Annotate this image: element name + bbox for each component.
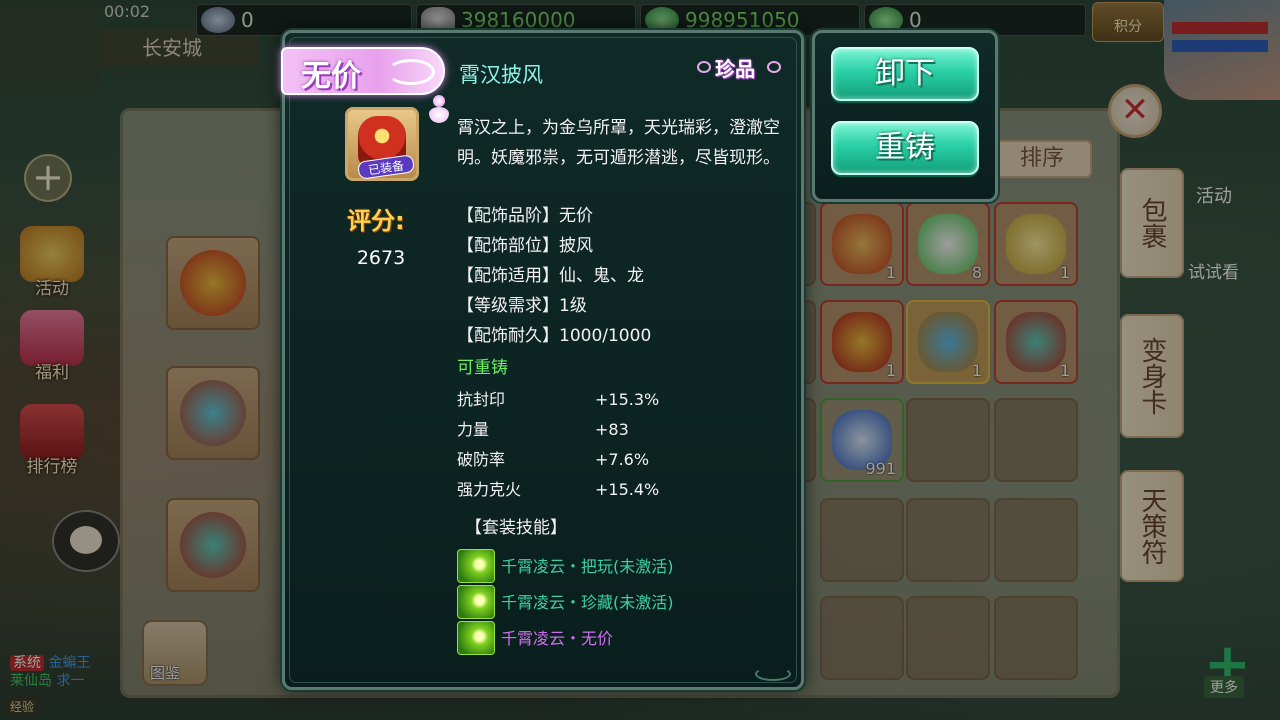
reforge-button[interactable]: 重铸 bbox=[831, 121, 979, 175]
attr-slot: 【配饰部位】披风 bbox=[457, 236, 593, 256]
set-skill-row: 千霄凌云・把玩(未激活) bbox=[457, 549, 797, 583]
stat-value: +83 bbox=[595, 420, 629, 439]
rank-text: 无价 bbox=[301, 59, 361, 94]
action-panel: 卸下 重铸 bbox=[812, 30, 998, 202]
set-skill-text: 千霄凌云・无价 bbox=[501, 629, 614, 648]
set-skill-text: 千霄凌云・把玩(未激活) bbox=[501, 557, 674, 576]
item-icon: 已装备 bbox=[345, 107, 419, 181]
curl-right-icon bbox=[767, 61, 781, 73]
attribute-list: 【配饰品阶】无价 【配饰部位】披风 【配饰适用】仙、鬼、龙 【等级需求】1级 【… bbox=[457, 201, 651, 351]
stat-row: 力量 +83 bbox=[457, 415, 777, 445]
score-label: 评分: bbox=[347, 207, 405, 235]
curl-left-icon bbox=[697, 61, 711, 73]
skill-leaf-icon bbox=[457, 549, 495, 583]
stat-row: 强力克火 +15.4% bbox=[457, 475, 777, 505]
attr-grade: 【配饰品阶】无价 bbox=[457, 206, 593, 226]
set-skill-text: 千霄凌云・珍藏(未激活) bbox=[501, 593, 674, 612]
stat-value: +15.3% bbox=[595, 390, 660, 409]
quality-text: 珍品 bbox=[715, 57, 755, 81]
reforgeable-text: 可重铸 bbox=[457, 358, 508, 378]
item-description: 霄汉之上，为金乌所罩，天光瑞彩，澄澈空明。妖魔邪祟，无可遁形潜逃，尽皆现形。 bbox=[457, 118, 780, 168]
stat-name: 破防率 bbox=[457, 450, 506, 469]
stat-value: +15.4% bbox=[595, 480, 660, 499]
attr-level: 【等级需求】1级 bbox=[457, 296, 587, 316]
set-skill-row: 千霄凌云・珍藏(未激活) bbox=[457, 585, 797, 619]
skill-leaf-icon bbox=[457, 621, 495, 655]
stat-row: 破防率 +7.6% bbox=[457, 445, 777, 475]
unequip-button[interactable]: 卸下 bbox=[831, 47, 979, 101]
skill-leaf-icon bbox=[457, 585, 495, 619]
stat-name: 力量 bbox=[457, 420, 490, 439]
rank-banner: 无价 bbox=[281, 47, 445, 95]
cloud-swirl-icon bbox=[387, 59, 435, 85]
stat-name: 强力克火 bbox=[457, 480, 522, 499]
quality-badge: 珍品 bbox=[697, 53, 783, 81]
attr-durability: 【配饰耐久】1000/1000 bbox=[457, 326, 652, 346]
stat-name: 抗封印 bbox=[457, 390, 506, 409]
attr-applicable: 【配饰适用】仙、鬼、龙 bbox=[457, 266, 644, 286]
bead-pendant-icon bbox=[427, 95, 451, 123]
corner-ornament bbox=[755, 667, 791, 681]
stat-row: 抗封印 +15.3% bbox=[457, 385, 777, 415]
score-value: 2673 bbox=[356, 247, 406, 269]
item-name: 霄汉披风 bbox=[459, 63, 543, 87]
set-skills-title: 【套装技能】 bbox=[465, 518, 567, 538]
set-skill-row: 千霄凌云・无价 bbox=[457, 621, 797, 655]
item-tooltip: 无价 霄汉披风 珍品 已装备 评分: 2673 霄汉之上，为金乌所罩，天光瑞彩，… bbox=[281, 30, 804, 690]
stat-value: +7.6% bbox=[595, 450, 650, 469]
